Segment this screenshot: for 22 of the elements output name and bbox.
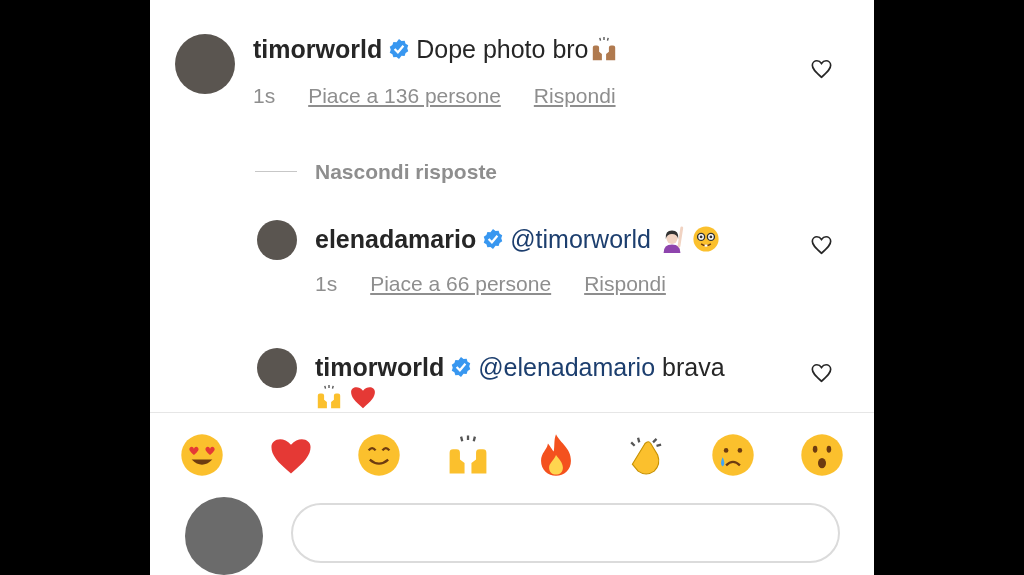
comment-time: 1s [253,83,276,109]
mention-link[interactable]: @elenadamario [478,351,656,382]
username[interactable]: timorworld [315,351,445,382]
comment-time: 1s [315,271,338,297]
surprised-face-emoji-icon[interactable] [798,431,845,478]
like-heart-icon[interactable] [809,361,834,384]
username[interactable]: elenadamario [315,224,477,254]
comment-text: Dope photo bro [416,34,589,64]
avatar-placeholder [257,220,297,260]
crying-face-emoji-icon[interactable] [710,431,757,478]
comment-input-field[interactable] [291,503,840,563]
like-heart-icon[interactable] [809,234,834,256]
heart-eyes-emoji-icon[interactable] [179,431,225,478]
username[interactable]: timorworld [253,34,383,64]
avatar-placeholder [175,34,235,94]
smiling-face-emoji-icon[interactable] [356,431,403,478]
like-heart-icon[interactable] [809,58,834,80]
comment-text: brava [662,351,725,382]
nerd-face-emoji-icon [691,225,720,253]
raising-hands-emoji-icon [315,382,343,411]
mention-link[interactable]: @timorworld [510,224,651,254]
avatar-placeholder [257,347,297,388]
